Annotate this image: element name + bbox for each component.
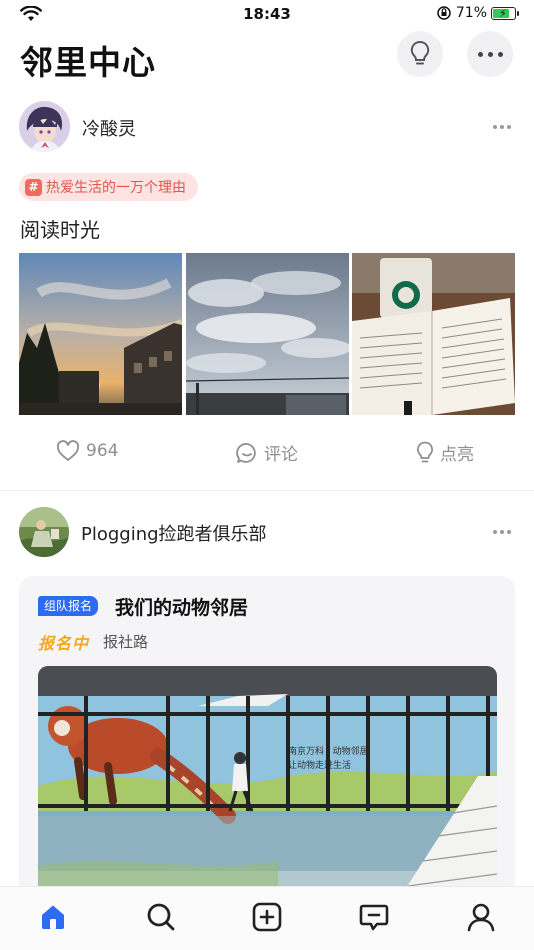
- header: 邻里中心: [0, 30, 534, 90]
- hashtag-icon: #: [25, 178, 42, 196]
- author-name[interactable]: 冷酸灵: [82, 115, 136, 141]
- tab-profile[interactable]: [463, 899, 499, 935]
- status-bar: 18:43 71% ⚡: [0, 0, 534, 30]
- light-up-action[interactable]: 点亮: [416, 440, 474, 465]
- divider: [0, 490, 534, 491]
- heart-icon: [56, 440, 80, 461]
- tab-messages[interactable]: [356, 899, 392, 935]
- tab-search[interactable]: [143, 899, 179, 935]
- post-more-icon[interactable]: [490, 122, 514, 132]
- battery-percent: 71%: [455, 5, 487, 21]
- author-name[interactable]: Plogging捡跑者俱乐部: [81, 520, 267, 546]
- event-type-badge: 组队报名: [38, 596, 99, 616]
- add-icon: [252, 902, 282, 932]
- like-count: 964: [86, 441, 119, 461]
- starbucks-book-photo[interactable]: [352, 253, 515, 415]
- profile-icon: [467, 903, 495, 932]
- tab-bar: [0, 886, 534, 950]
- light-up-label: 点亮: [440, 445, 474, 465]
- page-title: 邻里中心: [20, 43, 156, 82]
- svg-text:让动物走进生活: 让动物走进生活: [288, 759, 351, 771]
- event-location: 报社路: [103, 633, 149, 651]
- avatar[interactable]: [19, 101, 70, 152]
- topic-tag[interactable]: # 热爱生活的一万个理由: [19, 173, 198, 201]
- post-more-icon[interactable]: [490, 527, 514, 537]
- event-card[interactable]: 组队报名 我们的动物邻居 报名中 报社路 南京万科 · 动物邻居 让动物走进生活: [19, 576, 515, 906]
- sunset-sky-photo[interactable]: [19, 253, 182, 415]
- event-status: 报名中: [38, 634, 90, 653]
- lightbulb-icon: [417, 441, 433, 462]
- orientation-lock-icon: [437, 6, 451, 20]
- tab-add[interactable]: [249, 899, 285, 935]
- lightbulb-icon: [410, 40, 430, 65]
- comment-button[interactable]: 评论: [236, 440, 298, 465]
- more-button[interactable]: [467, 31, 513, 77]
- like-button[interactable]: 964: [56, 440, 118, 462]
- event-mural-photo[interactable]: 南京万科 · 动物邻居 让动物走进生活: [38, 666, 497, 906]
- post-text: 阅读时光: [20, 218, 100, 242]
- search-icon: [147, 903, 175, 931]
- topic-label: 热爱生活的一万个理由: [46, 180, 186, 196]
- avatar[interactable]: [19, 507, 69, 557]
- comment-label: 评论: [264, 445, 298, 465]
- more-icon: [475, 49, 505, 59]
- battery-icon: ⚡: [491, 6, 519, 20]
- light-up-button[interactable]: [397, 31, 443, 77]
- home-icon: [42, 905, 64, 929]
- event-title: 我们的动物邻居: [115, 597, 249, 619]
- message-icon: [359, 904, 389, 931]
- comment-icon: [236, 442, 256, 463]
- tab-home[interactable]: [35, 899, 71, 935]
- cloudy-sky-photo[interactable]: [186, 253, 349, 415]
